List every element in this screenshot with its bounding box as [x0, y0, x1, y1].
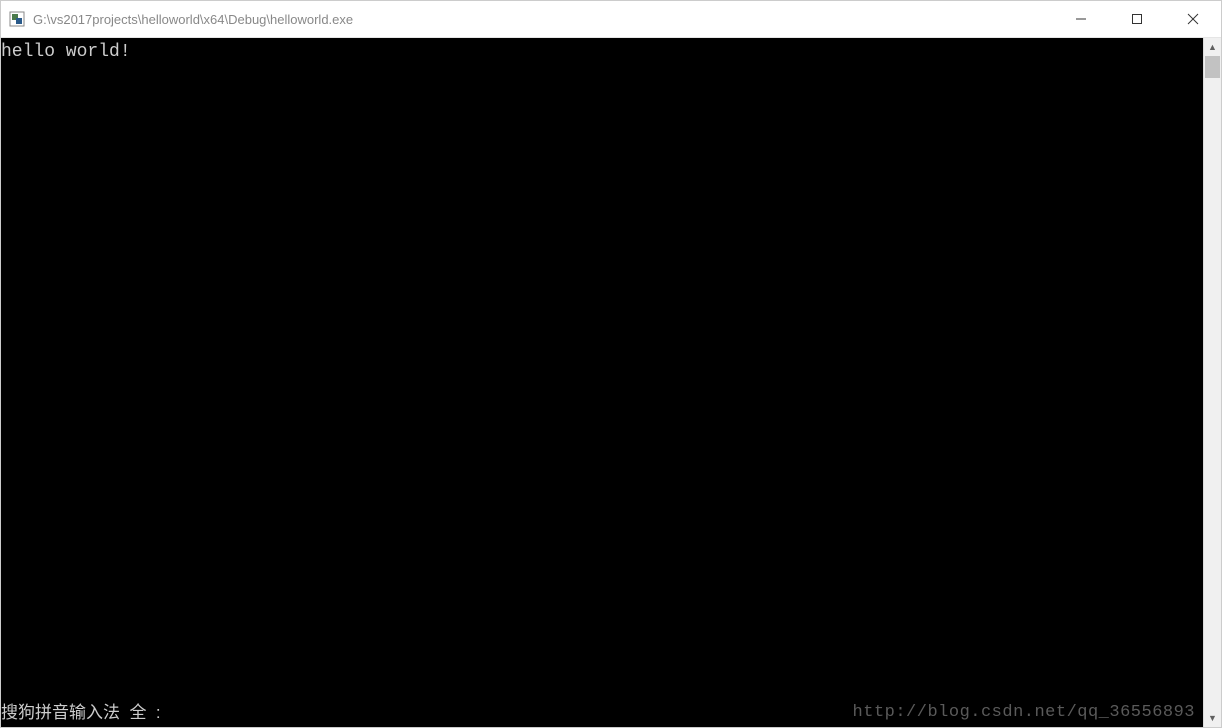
scroll-thumb[interactable]	[1205, 56, 1220, 78]
window-controls	[1053, 1, 1221, 37]
vertical-scrollbar[interactable]: ▲ ▼	[1203, 38, 1221, 727]
window-title: G:\vs2017projects\helloworld\x64\Debug\h…	[33, 12, 1053, 27]
scroll-track[interactable]	[1204, 56, 1221, 709]
minimize-button[interactable]	[1053, 1, 1109, 37]
console-window: G:\vs2017projects\helloworld\x64\Debug\h…	[0, 0, 1222, 728]
close-button[interactable]	[1165, 1, 1221, 37]
watermark-text: http://blog.csdn.net/qq_36556893	[853, 701, 1195, 725]
ime-status-text: 搜狗拼音输入法 全 :	[1, 701, 161, 725]
console-output: hello world!	[1, 40, 131, 65]
scroll-up-arrow-icon[interactable]: ▲	[1204, 38, 1221, 56]
content-area: hello world! 搜狗拼音输入法 全 : http://blog.csd…	[1, 38, 1221, 727]
app-icon	[9, 11, 25, 27]
maximize-button[interactable]	[1109, 1, 1165, 37]
scroll-down-arrow-icon[interactable]: ▼	[1204, 709, 1221, 727]
titlebar[interactable]: G:\vs2017projects\helloworld\x64\Debug\h…	[1, 1, 1221, 38]
console-viewport[interactable]: hello world! 搜狗拼音输入法 全 : http://blog.csd…	[1, 38, 1203, 727]
